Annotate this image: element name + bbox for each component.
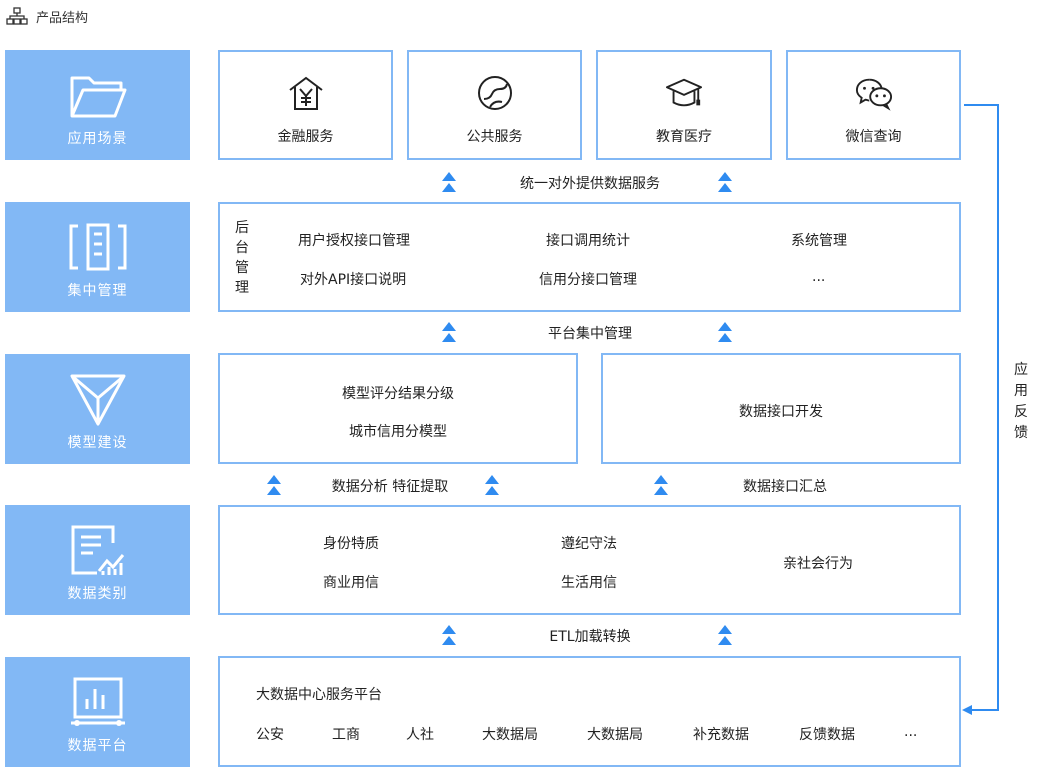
layer-platform: 数据平台 xyxy=(5,657,190,767)
scenario-card-wechat: 微信查询 xyxy=(786,50,961,160)
model-right-box: 数据接口开发 xyxy=(601,353,961,464)
layer-data-category: 数据类别 xyxy=(5,505,190,615)
platform-item: 反馈数据 xyxy=(799,727,855,743)
model-item: 模型评分结果分级 xyxy=(342,386,454,402)
management-icon xyxy=(68,220,128,274)
management-item: 对外API接口说明 xyxy=(300,272,407,288)
up-arrow-icon xyxy=(718,322,732,344)
scenario-label: 教育医疗 xyxy=(656,129,712,145)
up-arrow-icon xyxy=(442,625,456,647)
data-platform-icon xyxy=(68,675,128,729)
scenario-card-public: 公共服务 xyxy=(407,50,582,160)
platform-item: 补充数据 xyxy=(693,727,749,743)
scenario-label: 公共服务 xyxy=(466,129,523,145)
platform-item: 大数据局 xyxy=(482,727,538,743)
data-category-icon xyxy=(68,523,128,577)
up-arrow-icon xyxy=(718,172,732,194)
side-char: 管 xyxy=(235,260,249,276)
scenario-card-finance: 金融服务 xyxy=(218,50,393,160)
scenario-label: 金融服务 xyxy=(277,129,334,145)
management-item: ... xyxy=(812,269,826,285)
platform-item: 公安 xyxy=(256,727,284,743)
layer-model: 模型建设 xyxy=(5,354,190,464)
wechat-icon xyxy=(855,74,893,112)
connector-label: 平台集中管理 xyxy=(548,326,632,342)
category-item: 亲社会行为 xyxy=(783,556,853,572)
category-item: 生活用信 xyxy=(561,575,617,591)
platform-item: ... xyxy=(904,724,918,740)
scenario-label: 微信查询 xyxy=(845,129,902,145)
platform-item: 工商 xyxy=(332,727,360,743)
category-item: 遵纪守法 xyxy=(561,536,617,552)
model-icon xyxy=(68,372,128,426)
up-arrow-icon xyxy=(267,475,281,497)
layer-application: 应用场景 xyxy=(5,50,190,160)
feedback-loop-line xyxy=(962,104,999,715)
category-item: 商业用信 xyxy=(323,575,379,591)
side-char: 理 xyxy=(235,280,249,296)
platform-title: 大数据中心服务平台 xyxy=(256,687,382,703)
page-title: 产品结构 xyxy=(36,10,89,26)
layer-label: 模型建设 xyxy=(67,435,128,451)
up-arrow-icon xyxy=(654,475,668,497)
up-arrow-icon xyxy=(485,475,499,497)
management-box: 后 台 管 理 用户授权接口管理 接口调用统计 系统管理 对外API接口说明 信… xyxy=(218,202,961,312)
layer-label: 应用场景 xyxy=(67,131,128,147)
connector-label: ETL加载转换 xyxy=(549,629,631,645)
side-char: 后 xyxy=(235,220,249,236)
feedback-char: 馈 xyxy=(1014,425,1028,441)
public-globe-icon xyxy=(476,74,514,112)
org-structure-icon xyxy=(6,7,28,25)
connector-label: 统一对外提供数据服务 xyxy=(520,176,660,192)
connector-label: 数据接口汇总 xyxy=(743,479,827,495)
finance-house-icon xyxy=(287,74,325,112)
management-item: 用户授权接口管理 xyxy=(298,233,410,249)
category-item: 身份特质 xyxy=(323,536,379,552)
platform-item: 大数据局 xyxy=(587,727,643,743)
backend-management-label: 后 台 管 理 xyxy=(234,218,250,298)
platform-box: 大数据中心服务平台 公安 工商 人社 大数据局 大数据局 补充数据 反馈数据 .… xyxy=(218,656,961,767)
page-header: 产品结构 xyxy=(6,6,88,26)
layer-label: 集中管理 xyxy=(67,283,128,299)
layer-management: 集中管理 xyxy=(5,202,190,312)
up-arrow-icon xyxy=(442,172,456,194)
model-item: 城市信用分模型 xyxy=(349,424,447,440)
feedback-char: 应 xyxy=(1014,362,1028,378)
management-item: 接口调用统计 xyxy=(546,233,630,249)
folder-icon xyxy=(68,68,128,122)
up-arrow-icon xyxy=(442,322,456,344)
up-arrow-icon xyxy=(718,625,732,647)
layer-label: 数据平台 xyxy=(67,738,128,754)
graduation-cap-icon xyxy=(665,74,703,112)
side-char: 台 xyxy=(235,240,249,256)
scenario-card-education: 教育医疗 xyxy=(596,50,772,160)
feedback-char: 反 xyxy=(1014,404,1028,420)
management-item: 系统管理 xyxy=(791,233,847,249)
management-item: 信用分接口管理 xyxy=(539,272,637,288)
data-category-box: 身份特质 遵纪守法 商业用信 生活用信 亲社会行为 xyxy=(218,505,961,615)
feedback-char: 用 xyxy=(1014,383,1028,399)
feedback-label: 应 用 反 馈 xyxy=(1012,360,1030,444)
model-left-box: 模型评分结果分级 城市信用分模型 xyxy=(218,353,578,464)
layer-label: 数据类别 xyxy=(67,586,128,602)
model-item: 数据接口开发 xyxy=(739,404,823,420)
connector-label: 数据分析 特征提取 xyxy=(331,479,449,495)
platform-item: 人社 xyxy=(406,727,434,743)
